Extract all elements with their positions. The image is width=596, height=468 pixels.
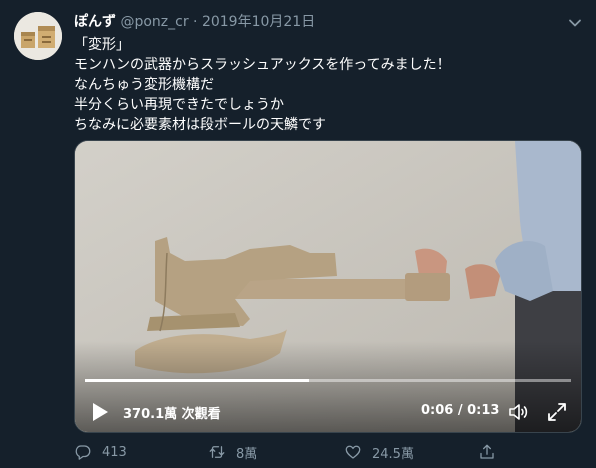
share-icon [480, 444, 494, 459]
retweet-icon [209, 446, 225, 458]
separator-dot: · [193, 14, 198, 30]
progress-bar[interactable] [85, 379, 571, 382]
progress-fill [85, 379, 309, 382]
tweet-line: モンハンの武器からスラッシュアックスを作ってみました！ [74, 57, 451, 73]
tweet-text: 「変形」 モンハンの武器からスラッシュアックスを作ってみました！ なんちゅう変形… [74, 35, 574, 135]
play-icon[interactable] [89, 401, 111, 423]
video-time: 0:06 / 0:13 [421, 403, 500, 418]
reply-button[interactable]: 413 [74, 441, 127, 463]
tweet-date[interactable]: 2019年10月21日 [202, 14, 315, 30]
tweet: ぽんず @ponz_cr · 2019年10月21日 「変形」 モンハンの武器か… [0, 0, 596, 468]
volume-icon[interactable] [507, 400, 531, 424]
video-player[interactable]: 370.1萬 次觀看 0:06 / 0:13 [74, 140, 582, 433]
tweet-line: なんちゅう変形機構だ [74, 77, 214, 93]
video-frame [75, 141, 581, 432]
share-button[interactable] [478, 441, 506, 463]
display-name[interactable]: ぽんず [74, 14, 116, 30]
tweet-line: 「変形」 [74, 37, 130, 53]
tweet-actions: 413 8萬 24.5萬 [74, 441, 584, 463]
retweet-button[interactable]: 8萬 [208, 441, 257, 463]
tweet-line: 半分くらい再現できたでしょうか [74, 97, 284, 113]
view-count: 370.1萬 次觀看 [123, 407, 221, 422]
like-count: 24.5萬 [372, 446, 414, 462]
caret-down-icon[interactable] [566, 14, 584, 32]
avatar[interactable] [14, 12, 62, 60]
reply-count: 413 [102, 444, 127, 460]
tweet-line: ちなみに必要素材は段ボールの天鱗です [74, 117, 326, 133]
like-icon [345, 445, 361, 459]
fullscreen-icon[interactable] [545, 400, 569, 424]
retweet-count: 8萬 [236, 446, 258, 462]
reply-icon [75, 445, 91, 460]
user-handle[interactable]: @ponz_cr [120, 14, 188, 30]
like-button[interactable]: 24.5萬 [344, 441, 414, 463]
tweet-header: ぽんず @ponz_cr · 2019年10月21日 [74, 13, 315, 31]
